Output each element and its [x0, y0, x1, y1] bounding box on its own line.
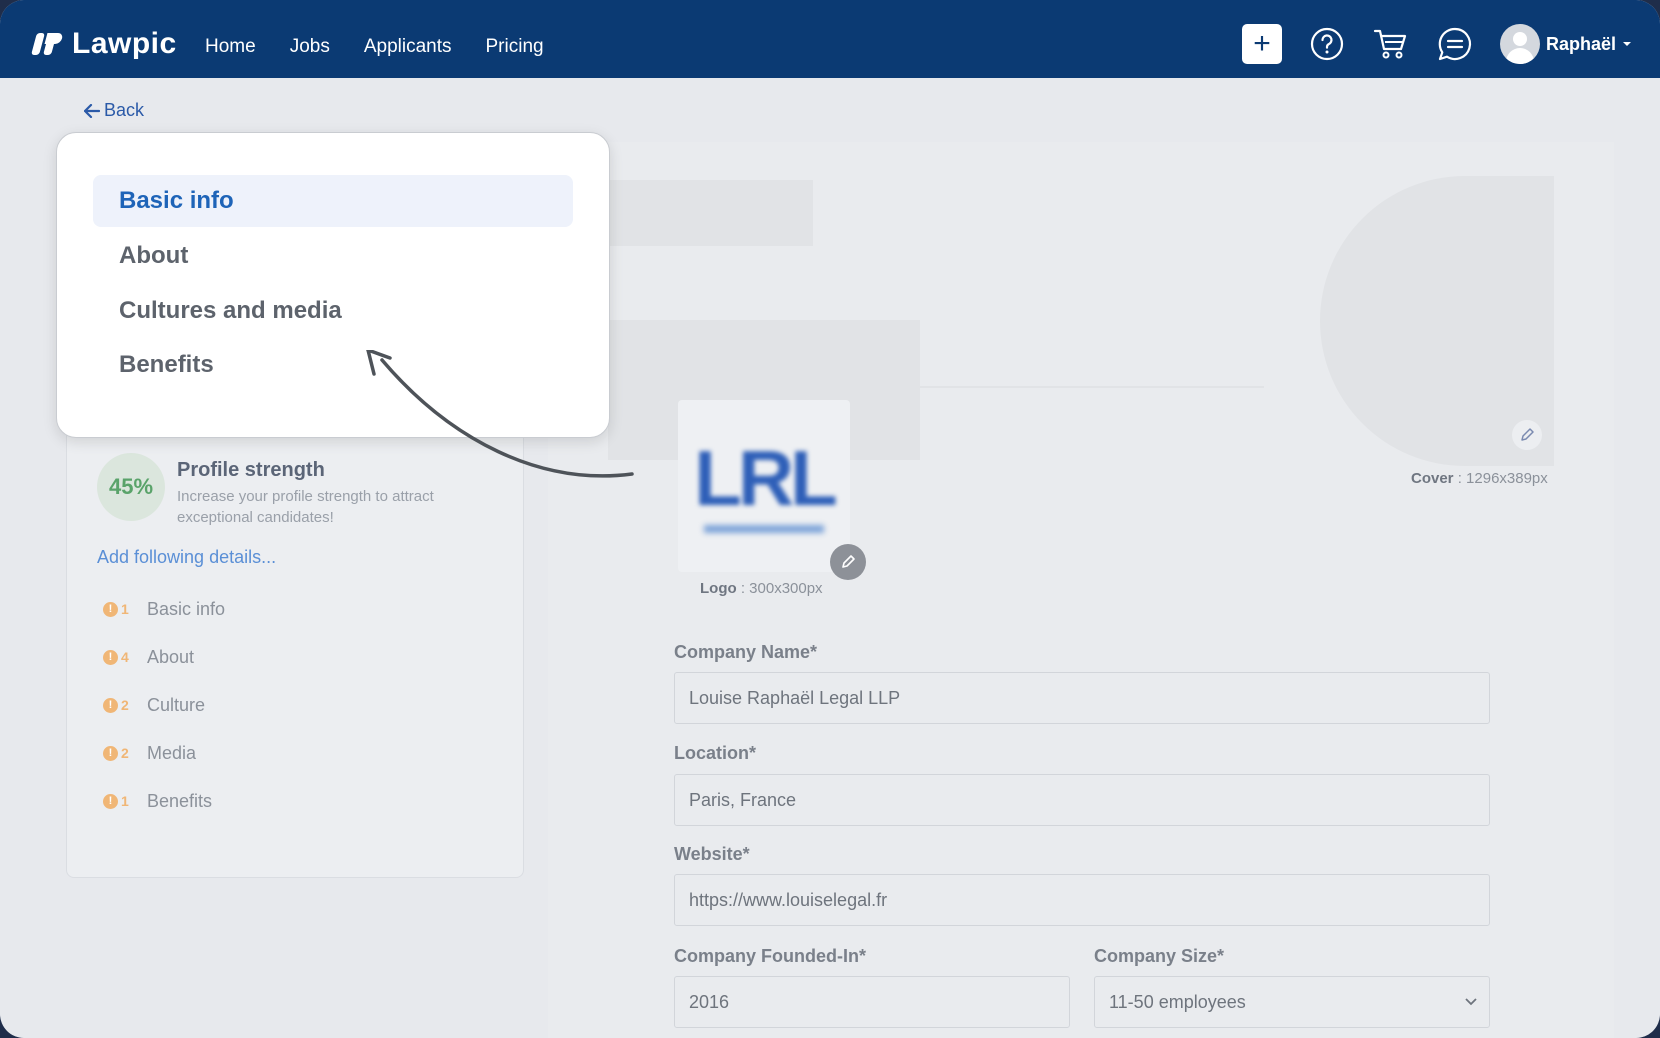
annotation-arrow-icon — [366, 350, 634, 478]
chevron-down-icon — [1465, 998, 1477, 1006]
brand-logo[interactable]: Lawpic — [31, 27, 177, 60]
website-input[interactable]: https://www.louiselegal.fr — [674, 874, 1490, 926]
checklist-item[interactable]: ! 1 Basic info — [103, 585, 225, 633]
alert-icon: ! — [103, 601, 118, 617]
brand-name: Lawpic — [72, 27, 177, 60]
checklist-label: About — [147, 646, 195, 667]
checklist-item[interactable]: ! 2 Culture — [103, 681, 225, 729]
help-icon[interactable] — [1308, 25, 1346, 63]
arrow-left-icon — [84, 103, 100, 118]
user-name: Raphaël — [1545, 33, 1616, 54]
strength-subtitle: Increase your profile strength to attrac… — [177, 488, 434, 526]
founded-input[interactable]: 2016 — [674, 976, 1070, 1028]
location-label: Location* — [674, 743, 757, 763]
company-logo: LRL — [678, 400, 850, 572]
nav-pricing[interactable]: Pricing — [486, 36, 544, 58]
pending-badge: ! 1 — [103, 793, 147, 809]
nav-applicants[interactable]: Applicants — [364, 36, 452, 58]
back-label: Back — [104, 100, 145, 120]
checklist-label: Benefits — [147, 790, 213, 811]
company-size-select[interactable]: 11-50 employees — [1094, 976, 1490, 1028]
checklist-label: Basic info — [147, 598, 226, 619]
checklist-label: Media — [147, 742, 197, 763]
company-size-value: 11-50 employees — [1109, 991, 1246, 1012]
app-frame: Lawpic Home Jobs Applicants Pricing + Ra… — [0, 0, 1660, 1038]
pending-badge: ! 1 — [103, 601, 147, 617]
company-size-label: Company Size* — [1094, 946, 1225, 966]
logo-mark-icon — [31, 31, 66, 57]
details-checklist: ! 1 Basic info ! 4 About ! 2 Culture ! 2 Med… — [103, 585, 225, 825]
user-menu[interactable]: Raphaël — [1499, 24, 1632, 64]
location-input[interactable]: Paris, France — [674, 774, 1490, 826]
pending-badge: ! 4 — [103, 649, 147, 665]
messages-icon[interactable] — [1436, 25, 1474, 63]
pending-badge: ! 2 — [103, 697, 147, 713]
logo-image: LRL — [694, 434, 838, 522]
checklist-item[interactable]: ! 1 Benefits — [103, 777, 225, 825]
chevron-down-icon — [1623, 42, 1631, 46]
checklist-label: Culture — [147, 694, 206, 715]
alert-icon: ! — [103, 793, 118, 809]
add-details-link[interactable]: Add following details... — [97, 547, 276, 568]
header-actions: + Raphaël — [1241, 24, 1632, 64]
pencil-icon — [842, 555, 855, 568]
main-nav: Home Jobs Applicants Pricing — [205, 36, 544, 58]
company-form-panel: Cover : 1296x389px LRL Logo : 300x300px … — [548, 142, 1614, 1038]
nav-jobs[interactable]: Jobs — [290, 36, 330, 58]
nav-home[interactable]: Home — [205, 36, 256, 58]
menu-item-cultures-media[interactable]: Cultures and media — [93, 285, 573, 337]
cover-size-label: Cover : 1296x389px — [1411, 470, 1548, 487]
alert-icon: ! — [103, 697, 118, 713]
cart-icon[interactable] — [1372, 25, 1410, 63]
strength-ring: 45% — [97, 453, 165, 521]
checklist-item[interactable]: ! 4 About — [103, 633, 225, 681]
pencil-icon — [1521, 428, 1534, 441]
menu-item-about[interactable]: About — [93, 230, 573, 282]
back-link[interactable]: Back — [84, 100, 144, 121]
avatar — [1499, 24, 1540, 64]
company-name-input[interactable]: Louise Raphaël Legal LLP — [674, 672, 1490, 724]
top-navbar: Lawpic Home Jobs Applicants Pricing + Ra… — [0, 0, 1660, 78]
cover-edit-button[interactable] — [1512, 420, 1542, 450]
alert-icon: ! — [103, 745, 118, 761]
alert-icon: ! — [103, 649, 118, 665]
placeholder-divider — [920, 386, 1264, 388]
placeholder-block — [608, 180, 813, 246]
checklist-item[interactable]: ! 2 Media — [103, 729, 225, 777]
company-name-label: Company Name* — [674, 642, 818, 662]
add-button[interactable]: + — [1241, 24, 1282, 64]
pending-badge: ! 2 — [103, 745, 147, 761]
menu-item-basic-info[interactable]: Basic info — [93, 175, 573, 227]
logo-size-label: Logo : 300x300px — [700, 580, 823, 597]
founded-label: Company Founded-In* — [674, 946, 866, 966]
logo-edit-button[interactable] — [830, 544, 866, 580]
website-label: Website* — [674, 844, 750, 864]
